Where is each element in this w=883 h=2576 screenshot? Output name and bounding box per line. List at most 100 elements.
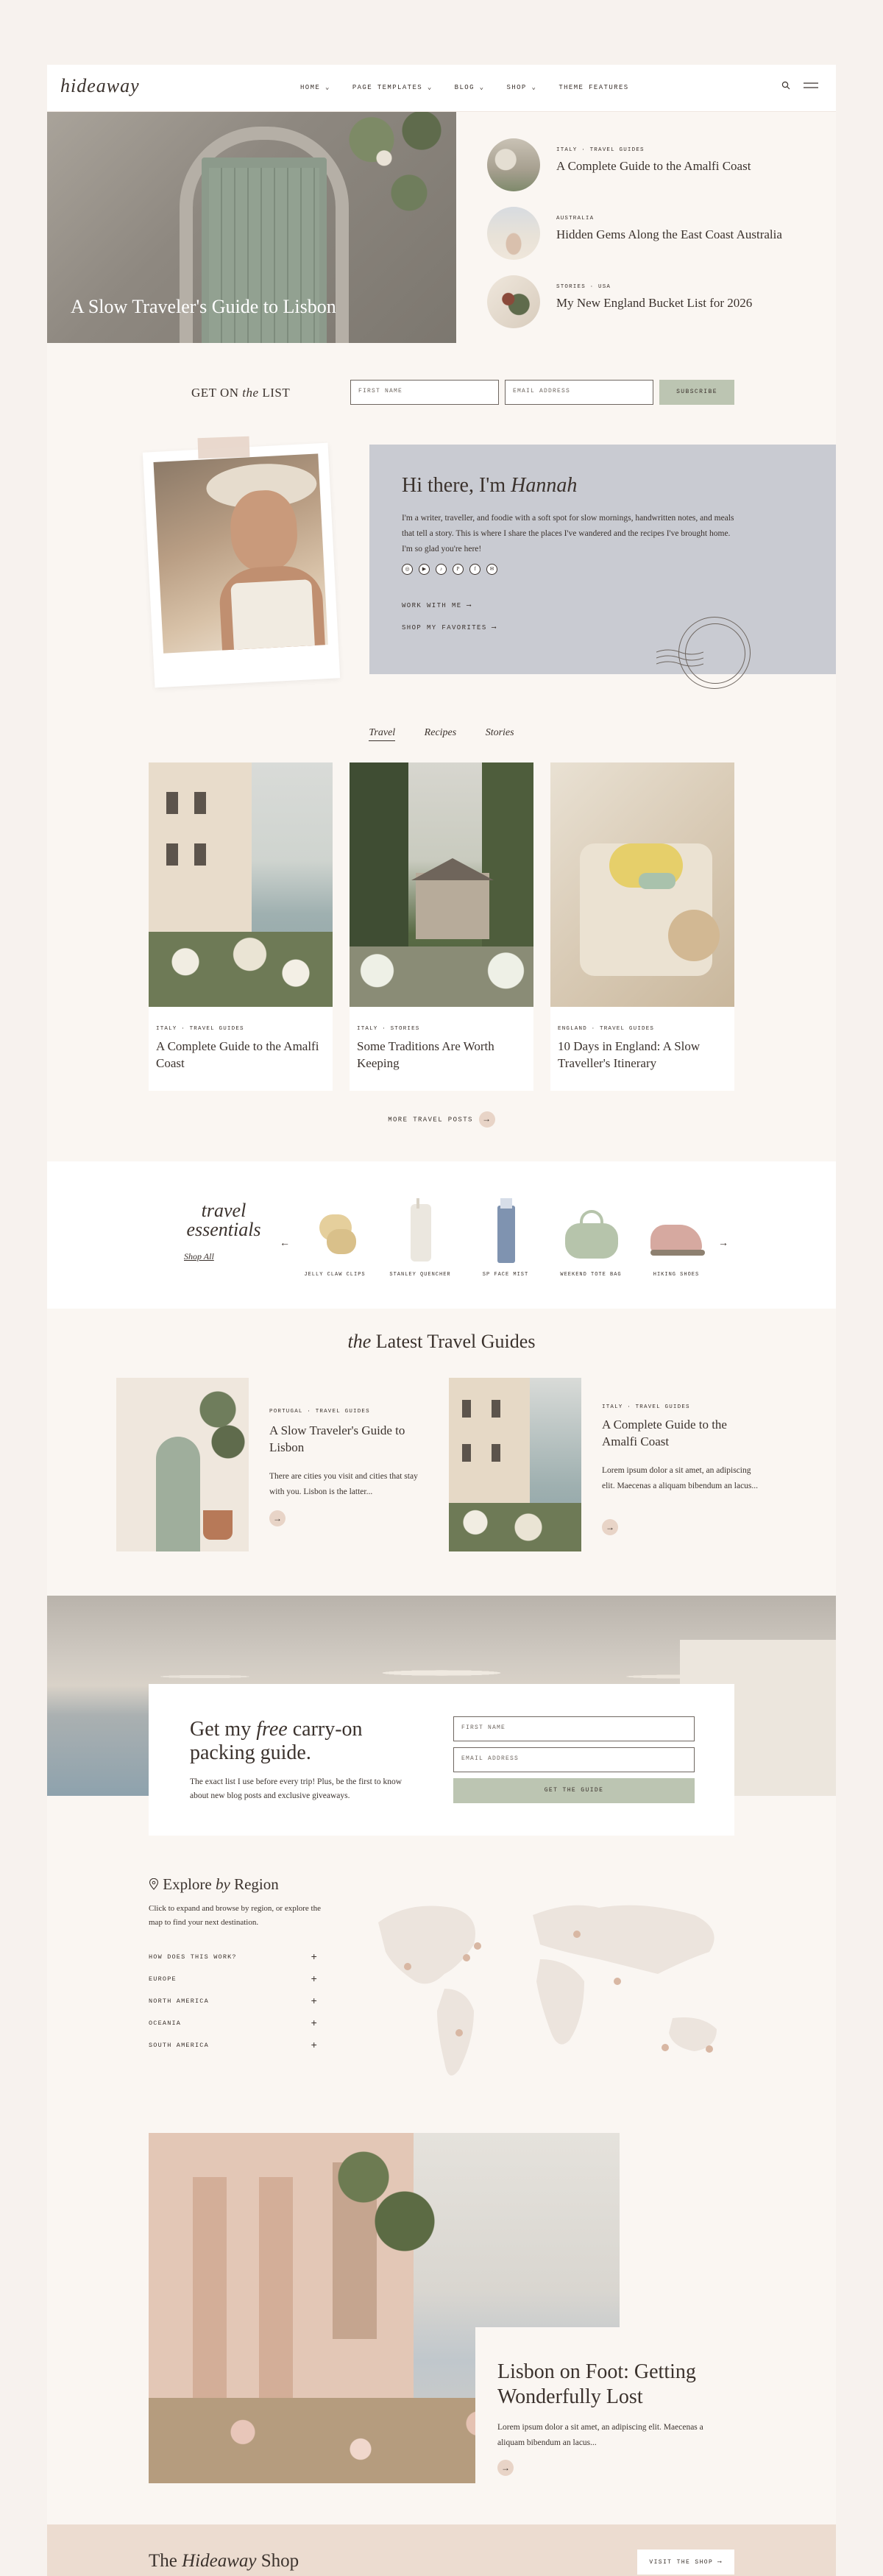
latest-post-kicker: PORTUGAL · TRAVEL GUIDES <box>269 1409 370 1415</box>
accordion-item[interactable]: OCEANIA + <box>149 2017 318 2028</box>
visit-shop-button[interactable]: VISIT THE SHOP ⟶ <box>637 2550 734 2575</box>
post-card-title[interactable]: 10 Days in England: A Slow Traveller's I… <box>558 1038 727 1072</box>
product-image <box>643 1198 709 1264</box>
shop-section: The Hideaway Shop VISIT THE SHOP ⟶ <box>47 2524 836 2576</box>
product-image <box>558 1198 624 1264</box>
latest-post-excerpt: There are cities you visit and cities th… <box>269 1472 418 1496</box>
product-label: SP FACE MIST <box>482 1272 529 1278</box>
accordion-item[interactable]: NORTH AMERICA + <box>149 1995 318 2006</box>
map-marker <box>662 2044 669 2051</box>
hero-featured-post[interactable]: A Slow Traveler's Guide to Lisbon <box>47 112 456 343</box>
map-marker <box>455 2029 463 2037</box>
site-logo[interactable]: hideaway <box>60 75 140 97</box>
photo-tape <box>197 436 250 459</box>
product-label: JELLY CLAW CLIPS <box>304 1272 366 1278</box>
facebook-icon[interactable]: f <box>469 564 480 575</box>
map-marker <box>404 1963 411 1970</box>
product-item[interactable]: SP FACE MIST <box>472 1198 539 1278</box>
newsletter-label: GET ON the LIST <box>191 386 291 400</box>
plus-icon: + <box>311 2017 318 2028</box>
essentials-title: travel essentials <box>186 1200 261 1240</box>
nav-link-home[interactable]: HOME ⌄ <box>300 84 330 91</box>
tab-stories[interactable]: Stories <box>486 727 514 738</box>
map-marker <box>474 1942 481 1950</box>
nav-link-theme-features[interactable]: THEME FEATURES <box>558 84 628 91</box>
tab-travel[interactable]: Travel <box>369 727 396 741</box>
side-post-title[interactable]: My New England Bucket List for 2026 <box>556 296 752 311</box>
more-travel-posts-label: MORE TRAVEL POSTS <box>388 1116 473 1124</box>
post-card-title[interactable]: A Complete Guide to the Amalfi Coast <box>156 1038 325 1072</box>
subscribe-button[interactable]: SUBSCRIBE <box>659 380 734 405</box>
arrow-left-icon[interactable]: ← <box>280 1238 290 1250</box>
shop-all-link[interactable]: Shop All <box>184 1251 214 1262</box>
email-icon[interactable]: ✉ <box>486 564 497 575</box>
post-card-kicker: ENGLAND · TRAVEL GUIDES <box>558 1026 655 1032</box>
signup-title: Get my free carry-on packing guide. <box>190 1718 363 1764</box>
latest-post-title[interactable]: A Slow Traveler's Guide to Lisbon <box>269 1422 431 1456</box>
nav-link-shop[interactable]: SHOP ⌄ <box>507 84 537 91</box>
accordion-item[interactable]: HOW DOES THIS WORK? + <box>149 1950 318 1962</box>
arrow-right-icon[interactable]: → <box>269 1510 286 1526</box>
post-card[interactable]: ITALY · STORIES Some Traditions Are Wort… <box>350 762 533 1091</box>
about-body: I'm a writer, traveller, and foodie with… <box>402 514 734 553</box>
arrow-right-icon[interactable]: → <box>497 2460 514 2476</box>
instagram-icon[interactable]: ◎ <box>402 564 413 575</box>
post-card-title[interactable]: Some Traditions Are Worth Keeping <box>357 1038 526 1072</box>
page-container: hideaway HOME ⌄ PAGE TEMPLATES ⌄ BLOG ⌄ … <box>47 65 836 2576</box>
explore-heading: Explore by Region <box>149 1875 279 1894</box>
arrow-right-icon[interactable]: → <box>718 1238 728 1250</box>
nav-link-blog[interactable]: BLOG ⌄ <box>455 84 485 91</box>
travel-essentials-section: travel essentials Shop All ← → JELLY CLAW… <box>47 1161 836 1309</box>
pinterest-icon[interactable]: P <box>453 564 464 575</box>
side-post-title[interactable]: A Complete Guide to the Amalfi Coast <box>556 159 751 174</box>
shop-favorites-link[interactable]: SHOP MY FAVORITES ⟶ <box>402 624 497 631</box>
nav-link-page-templates[interactable]: PAGE TEMPLATES ⌄ <box>352 84 433 91</box>
signup-first-name-field[interactable]: FIRST NAME <box>453 1716 695 1741</box>
more-travel-posts-button[interactable]: MORE TRAVEL POSTS → <box>47 1111 836 1128</box>
feature-post-title[interactable]: Lisbon on Foot: Getting Wonderfully Lost <box>497 2360 718 2410</box>
product-item[interactable]: HIKING SHOES <box>643 1198 709 1278</box>
side-post-thumbnail <box>487 207 540 260</box>
tab-recipes[interactable]: Recipes <box>425 727 457 738</box>
email-field[interactable]: EMAIL ADDRESS <box>505 380 653 405</box>
side-post-title[interactable]: Hidden Gems Along the East Coast Austral… <box>556 227 782 242</box>
post-card[interactable]: ITALY · TRAVEL GUIDES A Complete Guide t… <box>149 762 333 1091</box>
hero-title[interactable]: A Slow Traveler's Guide to Lisbon <box>71 296 336 318</box>
signup-email-field[interactable]: EMAIL ADDRESS <box>453 1747 695 1772</box>
tiktok-icon[interactable]: ♪ <box>436 564 447 575</box>
side-post-kicker: STORIES · USA <box>556 284 611 290</box>
map-pin-icon <box>149 1878 159 1890</box>
product-label: STANLEY QUENCHER <box>389 1272 451 1278</box>
plus-icon: + <box>311 1972 318 1984</box>
latest-post-title[interactable]: A Complete Guide to the Amalfi Coast <box>602 1416 764 1450</box>
accordion-item[interactable]: SOUTH AMERICA + <box>149 2039 318 2050</box>
latest-post-kicker: ITALY · TRAVEL GUIDES <box>602 1404 690 1410</box>
arrow-right-icon[interactable]: → <box>602 1519 618 1535</box>
post-card-image <box>149 762 333 1007</box>
post-card-image <box>350 762 533 1007</box>
latest-post[interactable]: PORTUGAL · TRAVEL GUIDES A Slow Traveler… <box>116 1378 452 1554</box>
first-name-field[interactable]: FIRST NAME <box>350 380 499 405</box>
latest-post-excerpt: Lorem ipsum dolor a sit amet, an adipisc… <box>602 1466 759 1490</box>
category-tabs: Travel Recipes Stories <box>47 727 836 741</box>
hamburger-icon[interactable] <box>804 82 818 89</box>
product-item[interactable]: JELLY CLAW CLIPS <box>302 1198 368 1278</box>
about-polaroid <box>142 442 341 688</box>
world-map[interactable] <box>364 1893 755 2092</box>
youtube-icon[interactable]: ▶ <box>419 564 430 575</box>
get-the-guide-button[interactable]: GET THE GUIDE <box>453 1778 695 1803</box>
latest-post-image <box>449 1378 581 1551</box>
nav-icons <box>781 81 818 90</box>
latest-post[interactable]: ITALY · TRAVEL GUIDES A Complete Guide t… <box>449 1378 784 1554</box>
newsletter-bar: GET ON the LIST FIRST NAME EMAIL ADDRESS… <box>47 380 836 414</box>
work-with-me-link[interactable]: WORK WITH ME ⟶ <box>402 602 472 609</box>
product-item[interactable]: WEEKEND TOTE BAG <box>558 1198 624 1278</box>
post-card[interactable]: ENGLAND · TRAVEL GUIDES 10 Days in Engla… <box>550 762 734 1091</box>
nav-links: HOME ⌄ PAGE TEMPLATES ⌄ BLOG ⌄ SHOP ⌄ TH… <box>300 84 629 91</box>
post-card-image <box>550 762 734 1007</box>
accordion-item[interactable]: EUROPE + <box>149 1972 318 1984</box>
side-post-thumbnail <box>487 275 540 328</box>
search-icon[interactable] <box>781 81 790 90</box>
product-item[interactable]: STANLEY QUENCHER <box>387 1198 453 1278</box>
product-image <box>472 1198 539 1264</box>
